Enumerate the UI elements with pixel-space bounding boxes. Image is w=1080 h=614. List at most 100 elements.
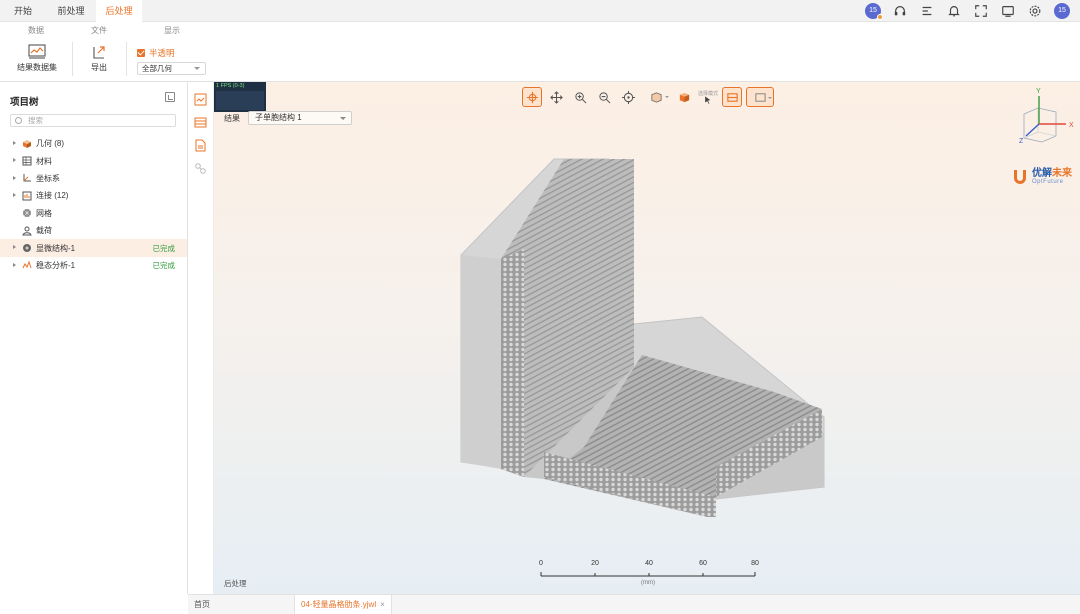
table-icon[interactable]	[194, 116, 207, 129]
tab-file[interactable]: 04-轻量晶格肋条.yjwl ×	[294, 595, 392, 614]
side-tool-strip	[188, 82, 214, 594]
z-axis-label: Z	[1019, 138, 1024, 145]
cube-icon	[22, 139, 32, 149]
view-cube-icon	[650, 91, 662, 103]
x-axis-label: X	[1069, 122, 1074, 129]
result-select-row: 结果 子单胞结构 1	[224, 111, 352, 125]
brand-logo: 优解未来 OptFuture	[1012, 168, 1072, 186]
menu-tab-preprocess[interactable]: 前处理	[46, 0, 96, 22]
result-select[interactable]: 子单胞结构 1	[248, 111, 352, 125]
ribbon-separator	[72, 42, 73, 76]
pan-button[interactable]	[546, 87, 566, 107]
user-avatar-icon[interactable]: 15	[1054, 3, 1070, 19]
display-style-button[interactable]	[674, 87, 694, 107]
zoom-in-button[interactable]	[570, 87, 590, 107]
panel-title: 项目树	[10, 97, 39, 108]
y-axis-label: Y	[1036, 88, 1041, 95]
target-icon	[621, 90, 635, 104]
zoom-out-button[interactable]	[594, 87, 614, 107]
tree-item[interactable]: 材料	[0, 152, 187, 169]
ribbon-separator	[126, 42, 127, 76]
document-tabs: 首页 04-轻量晶格肋条.yjwl ×	[188, 594, 1080, 614]
solid-cube-icon	[679, 92, 689, 102]
chevron-right-icon[interactable]	[13, 175, 16, 180]
tab-home[interactable]: 首页	[188, 595, 216, 614]
tree-search-input[interactable]: 搜索	[10, 114, 176, 127]
tree-item[interactable]: 稳态分析-1 已完成	[0, 257, 187, 274]
axis-icon	[22, 173, 32, 183]
gear-icon[interactable]	[1027, 3, 1043, 19]
ribbon-group-display: 显示	[164, 26, 180, 35]
tree-item-label: 几何 (8)	[36, 139, 64, 149]
chevron-right-icon[interactable]	[13, 193, 16, 198]
status-badge: 已完成	[152, 260, 176, 270]
checkbox-icon[interactable]	[137, 49, 145, 57]
chevron-down-icon	[665, 96, 669, 98]
tree-item[interactable]: 坐标系	[0, 170, 187, 187]
screenshot-icon[interactable]	[1000, 3, 1016, 19]
analysis-icon	[22, 260, 32, 270]
menu-tab-postprocess[interactable]: 后处理	[96, 0, 142, 22]
material-icon	[22, 156, 32, 166]
3d-viewport[interactable]: 1 FPS (0-3) 选择模式 结果 子单胞结构 1 Y X Z 优解未来 O…	[214, 82, 1080, 594]
view-direction-button[interactable]	[642, 87, 670, 107]
geometry-select[interactable]: 全部几何	[137, 62, 206, 75]
chevron-down-icon	[194, 67, 200, 70]
section-button[interactable]	[722, 87, 742, 107]
status-badge: 已完成	[152, 243, 176, 253]
tree-item[interactable]: 显微结构-1 已完成	[0, 239, 187, 257]
chevron-down-icon	[340, 117, 346, 120]
rotate-button[interactable]	[522, 87, 542, 107]
project-tree: 几何 (8) 材料 坐标系 连接 (12) 网格 载荷 显微结构-1 已完成 稳态分析-1 已完成	[0, 135, 187, 274]
tree-item-label: 载荷	[36, 226, 52, 236]
tree-item[interactable]: 网格	[0, 205, 187, 222]
headset-icon[interactable]	[892, 3, 908, 19]
search-icon	[15, 117, 22, 124]
fps-overlay: 1 FPS (0-3)	[214, 82, 266, 112]
ribbon-group-file: 文件	[91, 26, 107, 35]
translucent-checkbox[interactable]: 半透明	[137, 47, 175, 59]
chevron-right-icon[interactable]	[13, 245, 16, 250]
export-button[interactable]: 导出	[86, 44, 112, 73]
scale-bar: 0 20 40 60 80 (mm)	[539, 560, 759, 586]
tree-item[interactable]: 连接 (12)	[0, 187, 187, 204]
user-avatar-icon[interactable]: 15	[865, 3, 883, 20]
axis-triad[interactable]: Y X Z	[1014, 86, 1080, 156]
document-icon[interactable]	[194, 139, 207, 152]
result-data-button[interactable]: 结果数据集	[14, 44, 60, 73]
bell-icon[interactable]	[946, 3, 962, 19]
microstructure-icon	[22, 243, 32, 253]
chart-icon	[28, 44, 46, 59]
select-mode-button[interactable]: 选择模式	[698, 87, 718, 107]
report-icon[interactable]	[194, 93, 207, 106]
chevron-right-icon[interactable]	[13, 141, 16, 145]
ribbon-group-data: 数据	[28, 26, 44, 35]
menu-bar: 开始 前处理 后处理 15 15	[0, 0, 1080, 22]
view-toolbar: 选择模式	[522, 86, 774, 108]
fullscreen-icon[interactable]	[973, 3, 989, 19]
tree-item[interactable]: 几何 (8)	[0, 135, 187, 152]
tree-item-label: 稳态分析-1	[36, 260, 76, 270]
top-right-icons: 15 15	[865, 2, 1070, 20]
relation-icon[interactable]	[194, 162, 207, 175]
project-tree-panel: 项目树 搜索 几何 (8) 材料 坐标系 连接 (12) 网格 载荷 显微结构-1 已完成 稳态…	[0, 82, 188, 594]
mesh-icon	[22, 208, 32, 218]
chevron-right-icon[interactable]	[13, 262, 16, 267]
close-icon[interactable]: ×	[380, 600, 385, 609]
list-icon[interactable]	[919, 3, 935, 19]
fit-view-button[interactable]	[618, 87, 638, 107]
tree-item-label: 显微结构-1	[36, 243, 76, 253]
result-label: 结果	[224, 113, 240, 123]
export-icon	[93, 46, 105, 59]
viewport-mode-label: 后处理	[224, 579, 247, 588]
zoom-in-icon	[574, 91, 586, 103]
lattice-model[interactable]	[454, 147, 834, 517]
collapse-panel-icon[interactable]	[165, 92, 175, 102]
chevron-right-icon[interactable]	[13, 158, 16, 163]
frame-button[interactable]	[746, 87, 774, 107]
tree-item-label: 材料	[36, 156, 52, 166]
link-icon	[22, 191, 32, 201]
menu-tab-start[interactable]: 开始	[0, 0, 46, 22]
tree-item[interactable]: 载荷	[0, 222, 187, 239]
tree-item-label: 连接 (12)	[36, 191, 69, 201]
